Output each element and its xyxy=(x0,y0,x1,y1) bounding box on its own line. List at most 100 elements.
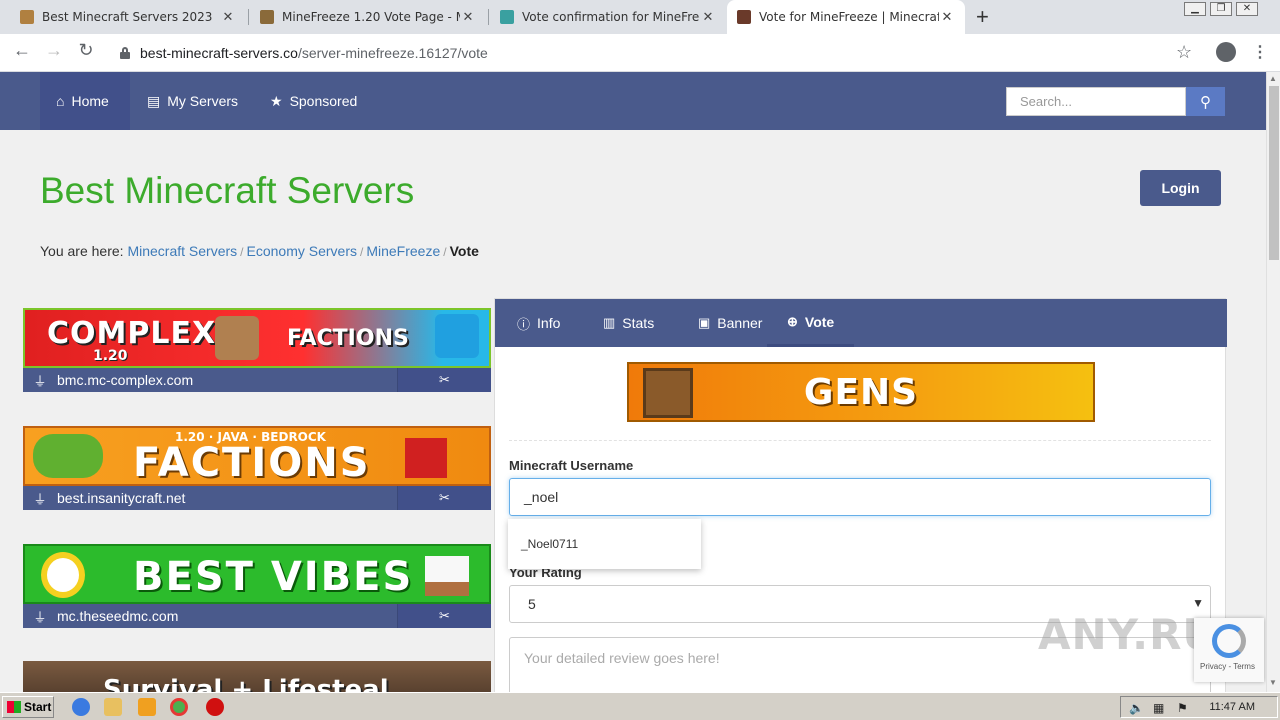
close-tab-icon[interactable]: ✕ xyxy=(460,10,476,25)
browser-toolbar: ← → ↻ best-minecraft-servers.co/server-m… xyxy=(0,34,1280,72)
rating-value: 5 xyxy=(528,596,536,612)
close-tab-icon[interactable]: ✕ xyxy=(700,10,716,25)
tab-banner[interactable]: ▣ Banner xyxy=(698,299,762,347)
server-address-bar: ⏚ best.insanitycraft.net ✂ xyxy=(23,486,491,510)
window-controls: ▁ ❐ ✕ xyxy=(1184,2,1258,16)
star-icon: ★ xyxy=(270,92,283,109)
scroll-up-icon[interactable]: ▲ xyxy=(1269,74,1277,83)
internet-explorer-icon[interactable] xyxy=(72,698,90,716)
site-title[interactable]: Best Minecraft Servers xyxy=(40,170,414,212)
page-scrollbar[interactable]: ▲ ▼ xyxy=(1266,72,1280,692)
network-icon[interactable]: ▦ xyxy=(1153,701,1164,715)
tab-banner-label: Banner xyxy=(717,315,763,331)
close-window-icon[interactable]: ✕ xyxy=(1236,2,1258,16)
eevee-character-icon xyxy=(215,316,259,360)
web-page: ⌂ Home ▤ My Servers ★ Sponsored Search..… xyxy=(0,72,1266,692)
recaptcha-badge[interactable]: Privacy - Terms xyxy=(1194,618,1264,682)
server-address[interactable]: best.insanitycraft.net xyxy=(57,490,185,506)
chrome-icon[interactable] xyxy=(170,698,188,716)
back-arrow-icon[interactable]: ← xyxy=(10,40,34,61)
system-tray: 🔈 ▦ ⚑ 11:47 AM xyxy=(1120,696,1278,718)
breadcrumb-link-minefreeze[interactable]: MineFreeze xyxy=(366,243,440,259)
tab-stats[interactable]: ▥ Stats xyxy=(603,299,654,347)
scroll-down-icon[interactable]: ▼ xyxy=(1269,678,1277,687)
nav-sponsored[interactable]: ★ Sponsored xyxy=(270,72,357,130)
login-button[interactable]: Login xyxy=(1140,170,1221,206)
breadcrumb-link-minecraft-servers[interactable]: Minecraft Servers xyxy=(127,243,237,259)
scissors-icon: ✂ xyxy=(439,372,450,387)
nav-home-label: Home xyxy=(71,93,109,109)
windows-logo-icon xyxy=(7,701,21,713)
bookmark-star-icon[interactable]: ☆ xyxy=(1176,42,1192,63)
copy-ip-button[interactable]: ✂ xyxy=(397,368,491,392)
address-bar[interactable]: best-minecraft-servers.co/server-minefre… xyxy=(110,38,1204,68)
browser-menu-icon[interactable]: ⋮ xyxy=(1252,42,1268,62)
browser-tab-4-active[interactable]: Vote for MineFreeze | Minecraft Server ✕ xyxy=(727,0,965,34)
browser-tab-bar: Best Minecraft Servers 2023 ✕ MineFreeze… xyxy=(0,0,1280,34)
cake-icon xyxy=(425,556,469,596)
scrollbar-thumb[interactable] xyxy=(1269,86,1279,260)
sponsored-server-2: 1.20 · JAVA · BEDROCK FACTIONS ⏚ best.in… xyxy=(23,426,491,510)
media-player-icon[interactable] xyxy=(138,698,156,716)
divider xyxy=(509,440,1211,441)
minimize-icon[interactable]: ▁ xyxy=(1184,2,1206,16)
browser-tab-1[interactable]: Best Minecraft Servers 2023 ✕ xyxy=(10,0,246,34)
server-address[interactable]: mc.theseedmc.com xyxy=(57,608,178,624)
minefreeze-banner: GENS xyxy=(627,362,1095,422)
nav-my-servers-label: My Servers xyxy=(167,93,239,109)
server-banner[interactable]: COMPLEX 1.20 FACTIONS xyxy=(23,308,491,368)
new-tab-button[interactable]: + xyxy=(976,4,989,30)
tab-info[interactable]: ⓘ Info xyxy=(517,299,560,347)
start-button[interactable]: Start xyxy=(2,696,54,718)
close-tab-icon[interactable]: ✕ xyxy=(220,10,236,25)
banner-subtitle: 1.20 xyxy=(93,348,128,364)
browser-tab-2[interactable]: MineFreeze 1.20 Vote Page - Minecraft ✕ xyxy=(250,0,486,34)
banner-title-2: FACTIONS xyxy=(287,326,409,351)
breadcrumb-prefix: You are here: xyxy=(40,243,124,259)
banner-title: FACTIONS xyxy=(133,440,371,486)
sponsored-server-1: COMPLEX 1.20 FACTIONS ⏚ bmc.mc-complex.c… xyxy=(23,308,491,392)
copy-ip-button[interactable]: ✂ xyxy=(397,486,491,510)
scissors-icon: ✂ xyxy=(439,490,450,505)
security-shield-icon[interactable] xyxy=(206,698,224,716)
recaptcha-privacy-terms[interactable]: Privacy - Terms xyxy=(1200,662,1255,671)
plug-icon: ⏚ xyxy=(33,373,47,389)
image-icon: ▣ xyxy=(698,315,711,330)
flag-icon[interactable]: ⚑ xyxy=(1177,701,1188,715)
chest-icon xyxy=(643,368,693,418)
server-banner[interactable]: Survival + Lifesteal xyxy=(23,661,491,692)
breadcrumb: You are here: Minecraft Servers / Economy … xyxy=(40,243,479,259)
tnt-icon xyxy=(405,438,447,478)
tab-vote[interactable]: ⊕ Vote xyxy=(767,299,855,347)
clock: 11:47 AM xyxy=(1209,701,1255,713)
server-address[interactable]: bmc.mc-complex.com xyxy=(57,372,193,388)
plug-icon: ⏚ xyxy=(33,491,47,507)
close-tab-icon[interactable]: ✕ xyxy=(939,10,955,25)
search-button[interactable]: ⚲ xyxy=(1186,87,1225,116)
profile-avatar-icon[interactable] xyxy=(1216,42,1236,62)
nav-my-servers[interactable]: ▤ My Servers xyxy=(147,72,238,130)
nav-home[interactable]: ⌂ Home xyxy=(56,72,109,130)
copy-ip-button[interactable]: ✂ xyxy=(397,604,491,628)
banner-title: BEST VIBES xyxy=(133,554,414,600)
autocomplete-option[interactable]: _Noel0711 xyxy=(521,537,578,551)
server-banner[interactable]: 1.20 · JAVA · BEDROCK FACTIONS xyxy=(23,426,491,486)
server-icon: ▤ xyxy=(147,92,161,109)
server-banner[interactable]: BEST VIBES xyxy=(23,544,491,604)
search-input[interactable]: Search... xyxy=(1006,87,1186,116)
browser-tab-3[interactable]: Vote confirmation for MineFreeze ✕ xyxy=(490,0,726,34)
search-icon: ⚲ xyxy=(1200,93,1211,111)
volume-icon[interactable]: 🔈 xyxy=(1129,701,1144,715)
breadcrumb-link-economy-servers[interactable]: Economy Servers xyxy=(247,243,357,259)
insanitycraft-logo-icon xyxy=(33,434,103,478)
forward-arrow-icon[interactable]: → xyxy=(42,40,66,61)
lock-icon[interactable] xyxy=(120,47,130,59)
top-navigation: ⌂ Home ▤ My Servers ★ Sponsored Search..… xyxy=(0,72,1266,130)
plus-circle-icon: ⊕ xyxy=(787,313,798,329)
banner-title: Survival + Lifesteal xyxy=(103,675,389,692)
folder-icon[interactable] xyxy=(104,698,122,716)
reload-icon[interactable]: ↻ xyxy=(74,40,98,61)
username-input[interactable]: _noel xyxy=(509,478,1211,516)
panel-tabs: ⓘ Info ▥ Stats ▣ Banner ⊕ Vote xyxy=(495,299,1227,347)
restore-icon[interactable]: ❐ xyxy=(1210,2,1232,16)
